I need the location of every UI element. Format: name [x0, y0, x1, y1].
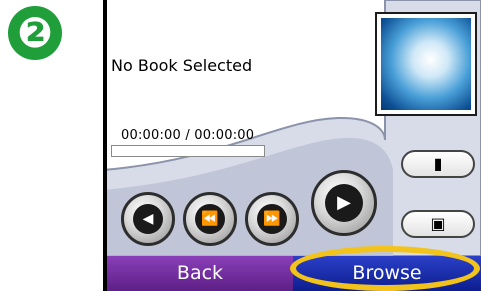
- book-icon: [381, 18, 471, 110]
- screen-left-border: [103, 0, 107, 291]
- volume-icon: ◀: [133, 204, 163, 234]
- book-title: No Book Selected: [111, 56, 253, 75]
- rewind-icon: ⏪: [195, 204, 225, 234]
- rewind-button[interactable]: ⏪: [183, 192, 237, 246]
- chapters-icon: ▣: [430, 214, 446, 233]
- chapters-button[interactable]: ▣: [401, 210, 475, 238]
- time-readout: 00:00:00 / 00:00:00: [121, 128, 255, 143]
- play-button[interactable]: ▶: [311, 170, 377, 236]
- fast-forward-button[interactable]: ⏩: [245, 192, 299, 246]
- fast-forward-icon: ⏩: [257, 204, 287, 234]
- volume-button[interactable]: ◀: [121, 192, 175, 246]
- play-icon: ▶: [325, 184, 363, 222]
- progress-bar: [111, 145, 265, 157]
- bookmark-icon: ▮: [433, 154, 443, 173]
- step-number-badge: ❷: [8, 6, 62, 60]
- back-button[interactable]: Back: [107, 256, 293, 291]
- bottom-button-bar: Back Browse: [103, 256, 481, 291]
- audiobook-player-screen: No Book Selected 00:00:00 / 00:00:00 ▮ ▣…: [103, 0, 481, 291]
- book-cover: [375, 12, 477, 116]
- browse-button[interactable]: Browse: [293, 256, 481, 291]
- bookmark-button[interactable]: ▮: [401, 150, 475, 178]
